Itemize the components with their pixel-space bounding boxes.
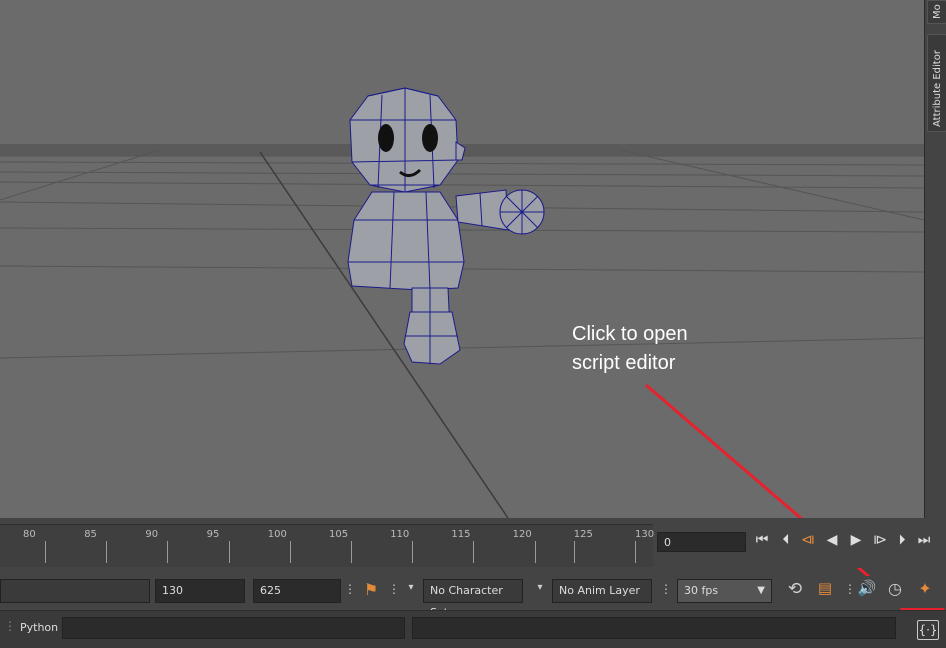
tick-mark [412, 541, 414, 563]
tick-label: 100 [267, 529, 287, 540]
play-forward-icon[interactable]: ▶ [846, 528, 866, 552]
time-ruler[interactable]: 80 85 90 95 100 105 110 115 120 125 130 [0, 524, 655, 567]
tick-label: 105 [329, 529, 349, 540]
end-time-field[interactable]: 130 [155, 579, 245, 603]
grip-icon: ⋮ [4, 619, 16, 633]
right-panel-tabs: Mo Attribute Editor [924, 0, 946, 518]
command-input[interactable] [62, 617, 405, 639]
playblast-icon[interactable]: ▤ [814, 579, 836, 597]
tick-mark [473, 541, 475, 563]
tick-label: 130 [635, 529, 655, 540]
language-label[interactable]: Python [20, 621, 58, 634]
range-slider[interactable] [0, 579, 150, 603]
tick-mark [289, 541, 291, 563]
tick-mark [228, 541, 230, 563]
tick-mark [167, 541, 169, 563]
loop-icon[interactable]: ⟲ [784, 579, 806, 599]
anim-end-field[interactable]: 625 [253, 579, 341, 603]
tick-label: 80 [23, 529, 36, 540]
tick-mark [351, 541, 352, 563]
divider-icon: ⋮ [388, 582, 400, 596]
step-forward-key-icon[interactable]: ⧐ [870, 528, 890, 552]
skip-forward-icon[interactable]: ⏭ [914, 528, 934, 552]
tick-label: 125 [573, 529, 593, 540]
range-slider-bar: 130 625 ⋮ ⚑ ⋮ ▾ No Character Set ▾ No An… [0, 576, 946, 619]
tick-mark [534, 541, 536, 563]
divider-icon: ⋮ [660, 582, 672, 596]
chevron-down-icon: ▼ [757, 585, 765, 596]
skip-back-icon[interactable]: ⏮ [752, 528, 772, 552]
divider-icon: ⋮ [344, 582, 356, 596]
script-editor-icon[interactable]: {·} [917, 620, 939, 640]
tick-mark [45, 541, 46, 563]
scene-canvas [0, 0, 924, 518]
tab-attribute-editor[interactable]: Attribute Editor [927, 34, 946, 132]
running-man-icon[interactable]: ✦ [914, 579, 936, 598]
tick-mark [573, 541, 575, 563]
fps-dropdown[interactable]: 30 fps ▼ [677, 579, 772, 603]
tick-label: 90 [145, 529, 159, 540]
play-backward-icon[interactable]: ◀ [822, 528, 842, 552]
tick-label: 115 [451, 529, 471, 540]
character-set-dropdown[interactable]: No Character Set [423, 579, 523, 619]
bookmark-icon[interactable]: ⚑ [362, 580, 380, 599]
tick-label: 85 [84, 529, 97, 540]
tick-label: 120 [512, 529, 532, 540]
tick-label: 95 [206, 529, 220, 540]
anim-layer-dropdown[interactable]: No Anim Layer [552, 579, 652, 603]
tick-mark [106, 541, 108, 563]
fps-value: 30 fps [684, 584, 719, 597]
current-frame-field[interactable]: 0 [657, 532, 746, 552]
tick-mark [635, 541, 636, 563]
tick-label: 110 [390, 529, 410, 540]
divider-icon: ⋮ [844, 582, 856, 596]
chevron-down-icon[interactable]: ▾ [404, 582, 418, 593]
viewport-3d[interactable] [0, 0, 924, 518]
tab-label: Attribute Editor [932, 50, 943, 127]
chevron-down-icon[interactable]: ▾ [533, 582, 547, 593]
command-result-field [412, 617, 896, 639]
step-forward-icon[interactable]: ⏵ [892, 528, 912, 552]
anim-prefs-icon[interactable]: ◷ [884, 579, 906, 598]
tab-modeling-toolkit[interactable]: Mo [927, 0, 946, 24]
tab-label: Mo [932, 4, 943, 19]
step-back-icon[interactable]: ⧏ [798, 528, 818, 552]
command-line: ⋮ Python {·} [0, 610, 946, 648]
sound-icon[interactable]: 🔊 [856, 579, 878, 597]
step-back-key-icon[interactable]: ⏴ [776, 528, 796, 552]
annotation-text: Click to open script editor [572, 323, 688, 374]
